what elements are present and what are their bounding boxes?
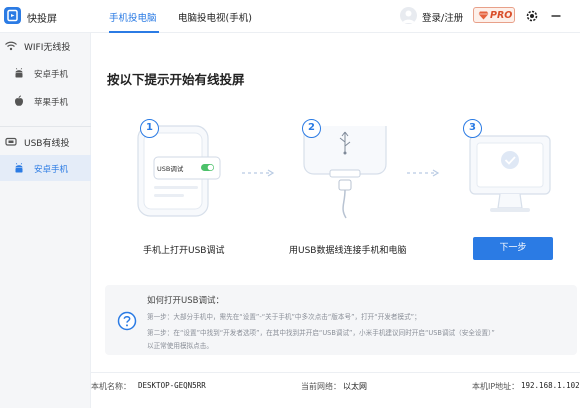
- sidebar-item-label: 安卓手机: [34, 70, 69, 80]
- sidebar-item-wifi-android[interactable]: 安卓手机: [0, 60, 91, 86]
- tab-pc-to-tv[interactable]: 电脑投电视(手机): [178, 10, 252, 24]
- wifi-section: WIFI无线投: [0, 36, 91, 56]
- usb-section: USB有线投: [0, 132, 91, 152]
- help-step-2-cont: 以正常使用模拟点击。: [147, 342, 213, 350]
- help-step-2: 第二步：在“设置”中找到“开发者选项”，在其中找到并开启“USB调试”，小米手机…: [147, 329, 495, 337]
- question-icon: [117, 311, 137, 331]
- pc-name-value: DESKTOP-GEQN5RR: [138, 381, 206, 390]
- pro-badge[interactable]: PRO: [473, 7, 515, 23]
- android-icon: [15, 67, 23, 78]
- android-icon: [15, 162, 23, 173]
- settings-icon[interactable]: [525, 9, 539, 23]
- gem-icon: [478, 11, 489, 20]
- login-register-link[interactable]: 登录/注册: [422, 10, 463, 24]
- arrow-connector: [407, 169, 440, 177]
- step-1-number: 1: [140, 119, 159, 138]
- network-value: 以太网: [343, 382, 367, 391]
- page-title: 按以下提示开始有线投屏: [107, 72, 245, 87]
- help-title: 如何打开USB调试：: [147, 296, 224, 306]
- help-step-1: 第一步：大部分手机中，需先在“设置”-“关于手机”中多次点击“版本号”，打开“开…: [147, 313, 421, 321]
- title-bar: 快投屏 手机投电脑 电脑投电视(手机) 登录/注册 PRO: [0, 0, 580, 33]
- ip-value: 192.168.1.102: [521, 381, 580, 390]
- usb-icon: [5, 137, 17, 146]
- sidebar: WIFI无线投 安卓手机 苹果手机 USB有线投 安卓手机: [0, 33, 91, 408]
- step-1-label: 手机上打开USB调试: [143, 246, 225, 256]
- next-step-button[interactable]: 下一步: [473, 237, 553, 260]
- app-logo: [4, 7, 21, 24]
- sidebar-item-label: 苹果手机: [34, 98, 69, 108]
- usb-debug-help: 如何打开USB调试： 第一步：大部分手机中，需先在“设置”-“关于手机”中多次点…: [105, 285, 577, 355]
- usb-debug-setting-label: USB调试: [157, 165, 184, 173]
- step-2-number: 2: [302, 119, 321, 138]
- sidebar-item-usb-android[interactable]: 安卓手机: [0, 155, 91, 181]
- app-title: 快投屏: [27, 14, 57, 25]
- step-3-number: 3: [463, 119, 482, 138]
- sidebar-divider: [0, 126, 91, 127]
- step-2-label: 用USB数据线连接手机和电脑: [289, 246, 407, 256]
- network-label: 当前网络：: [301, 382, 341, 391]
- ip-label: 本机IP地址：: [472, 382, 520, 391]
- tab-phone-to-pc[interactable]: 手机投电脑: [109, 10, 157, 24]
- pc-name-label: 本机名称：: [91, 382, 131, 391]
- avatar[interactable]: [400, 7, 417, 24]
- active-tab-indicator: [109, 31, 159, 33]
- sidebar-item-label: 安卓手机: [34, 165, 69, 175]
- pro-label: PRO: [490, 10, 513, 21]
- minimize-icon[interactable]: [550, 10, 562, 22]
- wifi-icon: [5, 41, 17, 51]
- arrow-connector: [242, 169, 275, 177]
- sidebar-item-wifi-iphone[interactable]: 苹果手机: [0, 88, 91, 114]
- wifi-section-label: WIFI无线投: [24, 43, 71, 53]
- apple-icon: [15, 95, 23, 106]
- status-bar: 本机名称： DESKTOP-GEQN5RR 当前网络： 以太网 本机IP地址： …: [91, 372, 580, 408]
- usb-section-label: USB有线投: [24, 139, 70, 149]
